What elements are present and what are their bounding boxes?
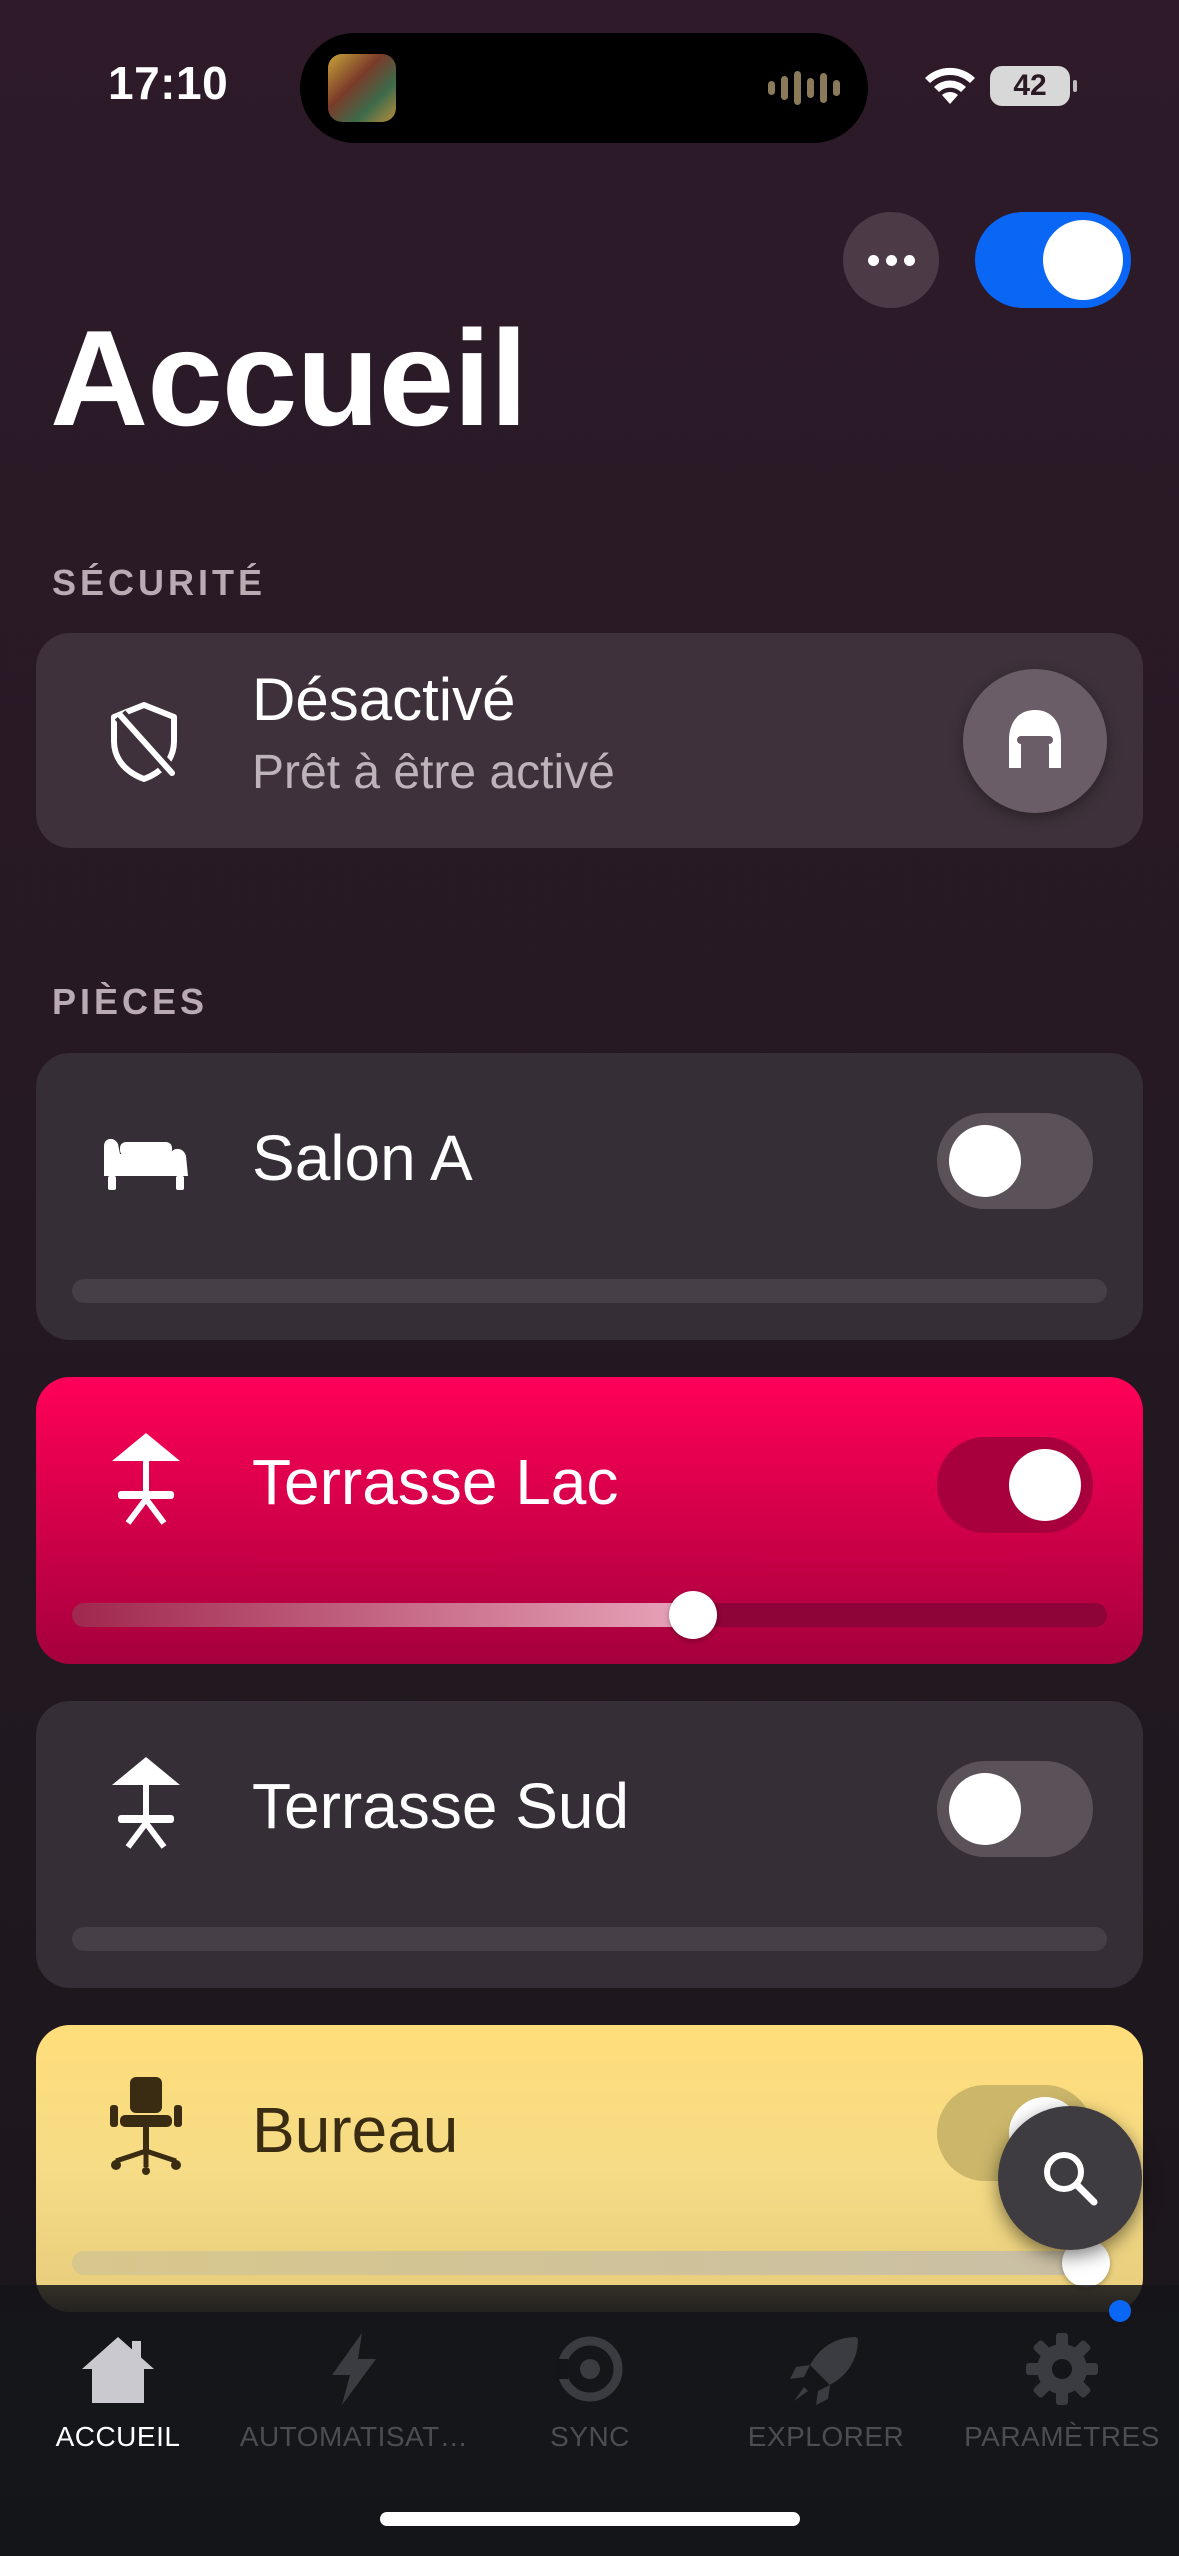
ellipsis-icon — [867, 254, 879, 266]
more-options-button[interactable] — [843, 212, 939, 308]
search-button[interactable] — [998, 2106, 1142, 2250]
room-card-salon-a[interactable]: Salon A — [36, 1053, 1143, 1340]
gear-icon — [1026, 2333, 1098, 2405]
tab-explorer[interactable]: EXPLORER — [708, 2305, 944, 2452]
room-name: Bureau — [252, 2094, 459, 2166]
rooms-section-label: PIÈCES — [52, 981, 209, 1022]
security-section-label: SÉCURITÉ — [52, 562, 267, 603]
brightness-slider[interactable] — [72, 2239, 1111, 2287]
helmet-icon — [1009, 710, 1061, 768]
room-card-bureau[interactable]: Bureau — [36, 2025, 1143, 2312]
wifi-icon — [925, 67, 975, 104]
parasol-table-icon — [96, 1427, 196, 1527]
brightness-slider[interactable] — [72, 1927, 1107, 1951]
sofa-icon — [96, 1111, 196, 1211]
office-chair-icon — [96, 2075, 196, 2175]
rocket-icon — [790, 2337, 858, 2405]
room-name: Salon A — [252, 1122, 473, 1194]
tab-sync[interactable]: SYNC — [472, 2305, 708, 2452]
home-indicator[interactable] — [380, 2512, 800, 2526]
tab-parametres[interactable]: PARAMÈTRES — [944, 2305, 1179, 2452]
lightning-icon — [332, 2333, 376, 2405]
room-toggle[interactable] — [937, 1113, 1093, 1209]
notification-badge — [1109, 2300, 1131, 2322]
page-title: Accueil — [50, 302, 528, 454]
room-name: Terrasse Lac — [252, 1446, 619, 1518]
brightness-slider[interactable] — [72, 1591, 1107, 1639]
tab-automatisations[interactable]: AUTOMATISAT… — [236, 2305, 472, 2452]
shield-off-icon — [111, 702, 178, 782]
room-toggle[interactable] — [937, 1761, 1093, 1857]
security-status: Désactivé — [252, 666, 516, 733]
tab-accueil[interactable]: ACCUEIL — [0, 2305, 236, 2452]
arm-security-button[interactable] — [963, 669, 1107, 813]
dynamic-island[interactable] — [300, 33, 868, 143]
room-toggle[interactable] — [937, 1437, 1093, 1533]
search-icon — [1044, 2152, 1098, 2206]
brightness-slider[interactable] — [72, 1279, 1107, 1303]
room-name: Terrasse Sud — [252, 1770, 630, 1842]
home-icon — [82, 2337, 154, 2403]
audio-waveform-icon — [768, 71, 840, 105]
parasol-table-icon — [96, 1751, 196, 1851]
battery-indicator: 42 — [990, 66, 1077, 106]
master-toggle[interactable] — [975, 212, 1131, 308]
security-subtitle: Prêt à être activé — [252, 746, 615, 799]
sync-icon — [554, 2336, 623, 2402]
album-art-icon — [328, 54, 396, 122]
room-card-terrasse-lac[interactable]: Terrasse Lac — [36, 1377, 1143, 1664]
room-card-terrasse-sud[interactable]: Terrasse Sud — [36, 1701, 1143, 1988]
security-card[interactable]: Désactivé Prêt à être activé — [36, 633, 1143, 848]
slider-thumb[interactable] — [669, 1591, 717, 1639]
status-time: 17:10 — [108, 57, 229, 109]
